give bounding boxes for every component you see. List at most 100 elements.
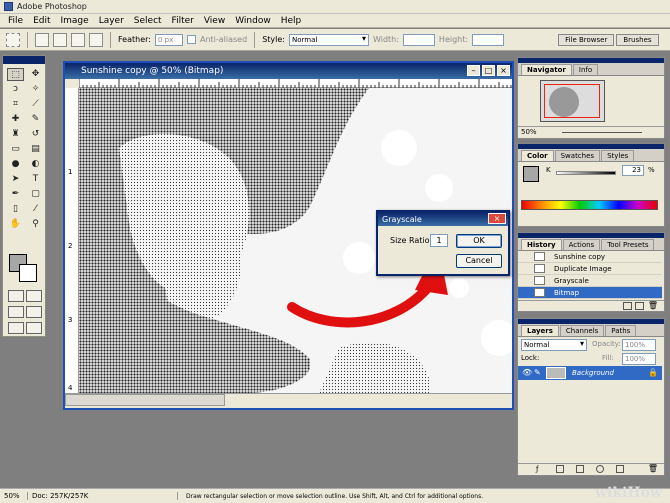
status-zoom[interactable]: 50% — [0, 492, 28, 500]
history-item[interactable]: Grayscale — [518, 275, 662, 287]
tab-channels[interactable]: Channels — [559, 325, 605, 336]
clone-stamp-icon[interactable]: ♜ — [7, 128, 24, 141]
tab-paths[interactable]: Paths — [605, 325, 637, 336]
ok-button[interactable]: OK — [456, 234, 502, 248]
navigator-thumbnail[interactable] — [540, 80, 605, 122]
eyedropper-icon[interactable]: ⁄ — [27, 203, 44, 216]
notes-tool-icon[interactable]: ▯ — [7, 203, 24, 216]
minimize-button[interactable]: – — [467, 65, 480, 76]
marquee-tool-preset-icon[interactable] — [6, 32, 20, 47]
menu-select[interactable]: Select — [129, 16, 167, 26]
width-input[interactable] — [402, 33, 435, 46]
crop-tool-icon[interactable]: ⌗ — [7, 98, 24, 111]
magic-wand-icon[interactable]: ✧ — [27, 83, 44, 96]
horizontal-scrollbar[interactable] — [65, 394, 225, 406]
k-value-input[interactable]: 23 — [622, 165, 644, 176]
shape-tool-icon[interactable]: ▢ — [27, 188, 44, 201]
antialiased-checkbox[interactable] — [186, 35, 196, 44]
new-document-icon[interactable] — [635, 302, 644, 310]
navigator-view-box[interactable] — [544, 84, 600, 118]
visibility-eye-icon[interactable]: 👁 — [522, 366, 532, 380]
screen-mode-menu-icon[interactable] — [8, 322, 24, 334]
status-doc-size[interactable]: Doc: 257K/257K — [28, 492, 178, 500]
height-input[interactable] — [472, 33, 505, 46]
tab-history[interactable]: History — [521, 239, 562, 250]
jump-to-imageready-icon[interactable] — [26, 322, 42, 334]
history-item[interactable]: Sunshine copy — [518, 251, 662, 263]
tab-color[interactable]: Color — [521, 150, 554, 161]
tab-actions[interactable]: Actions — [562, 239, 601, 250]
toolbox-grip[interactable] — [3, 56, 45, 64]
slice-tool-icon[interactable]: ⟋ — [27, 98, 44, 111]
move-tool-icon[interactable]: ✥ — [27, 68, 44, 81]
tab-navigator[interactable]: Navigator — [521, 64, 572, 75]
feather-input[interactable]: 0 px — [154, 33, 183, 46]
tab-info[interactable]: Info — [572, 64, 599, 75]
screen-mode-full-icon[interactable] — [26, 306, 42, 318]
menu-window[interactable]: Window — [230, 16, 276, 26]
style-select[interactable]: Normal — [288, 33, 369, 46]
dialog-titlebar[interactable]: Grayscale × — [378, 212, 508, 226]
size-ratio-input[interactable]: 1 — [430, 234, 448, 247]
layer-row-background[interactable]: 👁 ✎ Background 🔒 — [518, 366, 662, 380]
history-item-active[interactable]: Bitmap — [518, 287, 662, 299]
layer-set-icon[interactable] — [576, 465, 584, 473]
path-selection-icon[interactable]: ➤ — [7, 173, 24, 186]
layer-style-icon[interactable]: ƒ — [536, 465, 538, 473]
color-spectrum-bar[interactable] — [521, 200, 658, 210]
cancel-button[interactable]: Cancel — [456, 254, 502, 268]
menu-view[interactable]: View — [199, 16, 230, 26]
history-item[interactable]: Duplicate Image — [518, 263, 662, 275]
dodge-tool-icon[interactable]: ◐ — [27, 158, 44, 171]
menu-edit[interactable]: Edit — [28, 16, 55, 26]
adjustment-layer-icon[interactable] — [596, 465, 604, 473]
screen-mode-standard-icon[interactable] — [8, 306, 24, 318]
healing-brush-icon[interactable]: ✚ — [7, 113, 24, 126]
subtract-selection-icon[interactable] — [71, 32, 85, 47]
menu-image[interactable]: Image — [56, 16, 94, 26]
menu-filter[interactable]: Filter — [167, 16, 199, 26]
blur-tool-icon[interactable]: ● — [7, 158, 24, 171]
eraser-tool-icon[interactable]: ▭ — [7, 143, 24, 156]
lasso-tool-icon[interactable]: ↄ — [7, 83, 24, 96]
document-titlebar[interactable]: Sunshine copy @ 50% (Bitmap) – □ × — [65, 63, 512, 79]
brushes-tab[interactable]: Brushes — [616, 33, 659, 46]
dialog-close-button[interactable]: × — [488, 213, 506, 224]
quick-mask-icon[interactable] — [26, 290, 42, 302]
blend-mode-select[interactable]: Normal — [521, 339, 587, 351]
close-button[interactable]: × — [497, 65, 510, 76]
intersect-selection-icon[interactable] — [89, 32, 103, 47]
delete-layer-icon[interactable]: 🗑 — [648, 464, 658, 473]
standard-mode-icon[interactable] — [8, 290, 24, 302]
pen-tool-icon[interactable]: ✒ — [7, 188, 24, 201]
menu-file[interactable]: File — [3, 16, 28, 26]
trash-icon[interactable]: 🗑 — [648, 301, 658, 310]
type-tool-icon[interactable]: T — [27, 173, 44, 186]
hand-tool-icon[interactable]: ✋ — [7, 218, 24, 231]
marquee-tool-icon[interactable]: ⬚ — [7, 68, 24, 81]
layer-mask-icon[interactable] — [556, 465, 564, 473]
k-slider[interactable] — [556, 171, 616, 175]
brush-link-icon[interactable]: ✎ — [534, 366, 541, 380]
navigator-zoom[interactable]: 50% — [521, 128, 537, 136]
new-layer-icon[interactable] — [616, 465, 624, 473]
menu-layer[interactable]: Layer — [94, 16, 129, 26]
brush-tool-icon[interactable]: ✎ — [27, 113, 44, 126]
tab-swatches[interactable]: Swatches — [554, 150, 601, 161]
tab-styles[interactable]: Styles — [601, 150, 635, 161]
file-browser-tab[interactable]: File Browser — [558, 33, 615, 46]
fill-input[interactable]: 100% — [622, 353, 656, 365]
new-snapshot-icon[interactable] — [623, 302, 632, 310]
gradient-tool-icon[interactable]: ▤ — [27, 143, 44, 156]
tab-layers[interactable]: Layers — [521, 325, 559, 336]
add-selection-icon[interactable] — [53, 32, 67, 47]
maximize-button[interactable]: □ — [482, 65, 495, 76]
menu-help[interactable]: Help — [276, 16, 307, 26]
color-panel-fg-swatch[interactable] — [523, 166, 539, 182]
opacity-input[interactable]: 100% — [622, 339, 656, 351]
history-brush-icon[interactable]: ↺ — [27, 128, 44, 141]
zoom-tool-icon[interactable]: ⚲ — [27, 218, 44, 231]
tab-tool-presets[interactable]: Tool Presets — [601, 239, 655, 250]
background-color-swatch[interactable] — [19, 264, 37, 282]
new-selection-icon[interactable] — [35, 32, 49, 47]
